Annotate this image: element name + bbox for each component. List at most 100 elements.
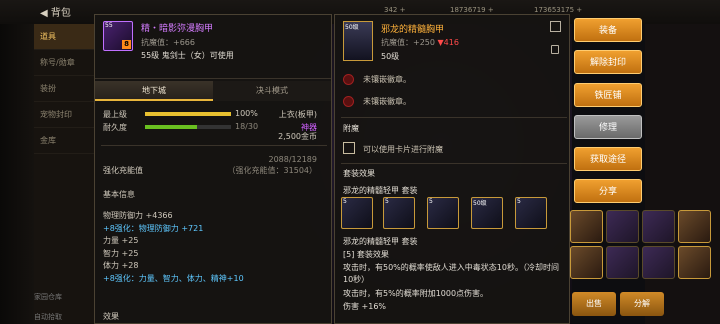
currency-2: 18736719 + [450,6,494,14]
slot-type: 上衣(板甲) [278,110,317,119]
sidebar-item-pet-seal[interactable]: 宠物封印 [34,102,94,128]
set-item-level: 5 [517,198,521,205]
unseal-button[interactable]: 解除封印 [574,50,642,74]
disassemble-button[interactable]: 分解 [620,292,664,316]
inventory-slot[interactable] [570,246,603,279]
inventory-slot[interactable] [642,210,675,243]
item-requirement: 55级 鬼剑士（女）可使用 [141,51,234,60]
socket-text: 未镶嵌徽章。 [363,97,411,106]
inventory-slot[interactable] [642,246,675,279]
socket-icon [343,74,354,85]
stat-line: 物理防御力 +4366 [103,211,173,220]
equipped-resist-text: 抗魔值：+250 [381,38,435,47]
durability-bar [145,125,231,129]
divider [101,145,327,146]
sidebar: 道具 称号/勋章 装扮 宠物封印 金库 [34,24,94,324]
inventory-slot[interactable] [606,210,639,243]
mode-tabs: 地下城 决斗模式 [95,81,331,101]
inventory-slot[interactable] [678,246,711,279]
enchant-checkbox[interactable] [343,142,355,154]
currency-1: 342 + [384,6,406,14]
enhance-sub: （强化充能值：31504） [227,166,317,175]
tab-pvp[interactable]: 决斗模式 [213,81,331,101]
enchant-text: 可以使用卡片进行附魔 [363,145,443,154]
grade-row: 最上级 100% 上衣(板甲) [103,109,325,120]
grade-label: 最上级 [103,110,127,119]
set-item-level: 5 [343,198,347,205]
set-item-icon[interactable]: 5 [341,197,373,229]
emblem-socket: 未镶嵌徽章。 [343,71,563,89]
inventory-slot[interactable] [606,246,639,279]
enhance-badge: 8 [122,40,131,49]
divider [341,163,567,164]
enhance-label: 强化充能值 [103,166,143,175]
set-desc: 攻击时，有50%的概率使敌人进入中毒状态10秒。（冷却时间10秒） [343,263,559,284]
resist-diff: ▼416 [437,38,459,47]
lock-icon[interactable] [551,45,559,54]
stat-line: 体力 +28 [103,261,139,270]
item-magic-resist: 抗魔值：+666 [141,38,195,47]
sidebar-item-vault[interactable]: 金库 [34,128,94,154]
inventory-column [645,24,720,324]
repair-button[interactable]: 修理 [574,115,642,139]
back-label: 背包 [50,8,71,19]
set-title: 套装效果 [343,169,375,178]
grade-pct: 100% [235,109,258,118]
share-icon[interactable] [550,21,561,32]
stats-list: 物理防御力 +4366 +8强化：物理防御力 +721 力量 +25 智力 +25 体力… [103,210,325,285]
tab-dungeon[interactable]: 地下城 [95,81,213,101]
item-price: 2,500金币 [278,132,317,141]
equipped-level-badge: 50级 [345,24,359,31]
set-desc-2: 攻击时，有5%的概率附加1000点伤害。 [343,289,489,298]
stat-line: 智力 +25 [103,248,139,258]
currency-3: 173653175 + [534,6,583,14]
home-storage-button[interactable]: 家园仓库 [34,292,94,302]
divider [341,117,567,118]
durability-label: 耐久度 [103,123,127,132]
set-item-icon[interactable]: 50级 [471,197,503,229]
socket-text: 未镶嵌徽章。 [363,75,411,84]
item-icon: 55 8 [103,21,133,51]
left-strip [0,24,34,324]
set-item-icon[interactable]: 5 [515,197,547,229]
basic-info-title: 基本信息 [103,190,135,199]
blacksmith-button[interactable]: 铁匠铺 [574,83,642,107]
sell-button[interactable]: 出售 [572,292,616,316]
equipped-level: 50级 [381,52,400,61]
inventory-slot[interactable] [678,210,711,243]
set-items: 5 5 5 50级 5 [341,197,567,237]
set-item-icon[interactable]: 5 [383,197,415,229]
inventory-slot[interactable] [570,210,603,243]
socket-icon [343,96,354,107]
sidebar-item-props[interactable]: 道具 [34,24,94,50]
set-item-level: 5 [429,198,433,205]
auto-pickup-button[interactable]: 自动拾取 [34,312,94,322]
back-button[interactable]: ◀ 背包 [40,4,71,19]
stat-line: +8强化：力量、智力、体力、精神+10 [103,273,244,283]
obtain-route-button[interactable]: 获取途径 [574,147,642,171]
equip-button[interactable]: 装备 [574,18,642,42]
set-item-level: 5 [385,198,389,205]
set-name: 邪龙的精髓轻甲 套装 [343,237,418,246]
durability-value: 18/30 [235,122,259,131]
compare-tooltip: 50级 邪龙的精髓胸甲 抗魔值：+250 ▼416 50级 未镶嵌徽章。 未镶嵌… [334,14,570,324]
sidebar-item-avatar[interactable]: 装扮 [34,76,94,102]
enhance-value: 2088/12189 [268,155,317,164]
emblem-socket: 未镶嵌徽章。 [343,93,563,111]
equipped-magic-resist: 抗魔值：+250 ▼416 [381,37,459,48]
equipped-item-icon: 50级 [343,21,373,61]
set-item-level: 50级 [473,200,487,207]
enchant-title: 附魔 [343,124,359,133]
set-subtitle: 邪龙的精髓轻甲 套装 [343,186,418,195]
set-desc-3: 伤害 +16% [343,302,387,311]
effect-title: 效果 [103,312,119,321]
item-header: 55 8 精・暗影弥漫胸甲 抗魔值：+666 55级 鬼剑士（女）可使用 [95,15,331,79]
grade-bar [145,112,231,116]
item-tooltip: 55 8 精・暗影弥漫胸甲 抗魔值：+666 55级 鬼剑士（女）可使用 地下城… [94,14,332,324]
sidebar-item-titles[interactable]: 称号/勋章 [34,50,94,76]
stat-line: +8强化：物理防御力 +721 [103,223,204,233]
enhance-label-row: 强化充能值 （强化充能值：31504） [103,165,325,176]
set-item-icon[interactable]: 5 [427,197,459,229]
share-button[interactable]: 分享 [574,179,642,203]
item-name: 精・暗影弥漫胸甲 [141,24,214,34]
